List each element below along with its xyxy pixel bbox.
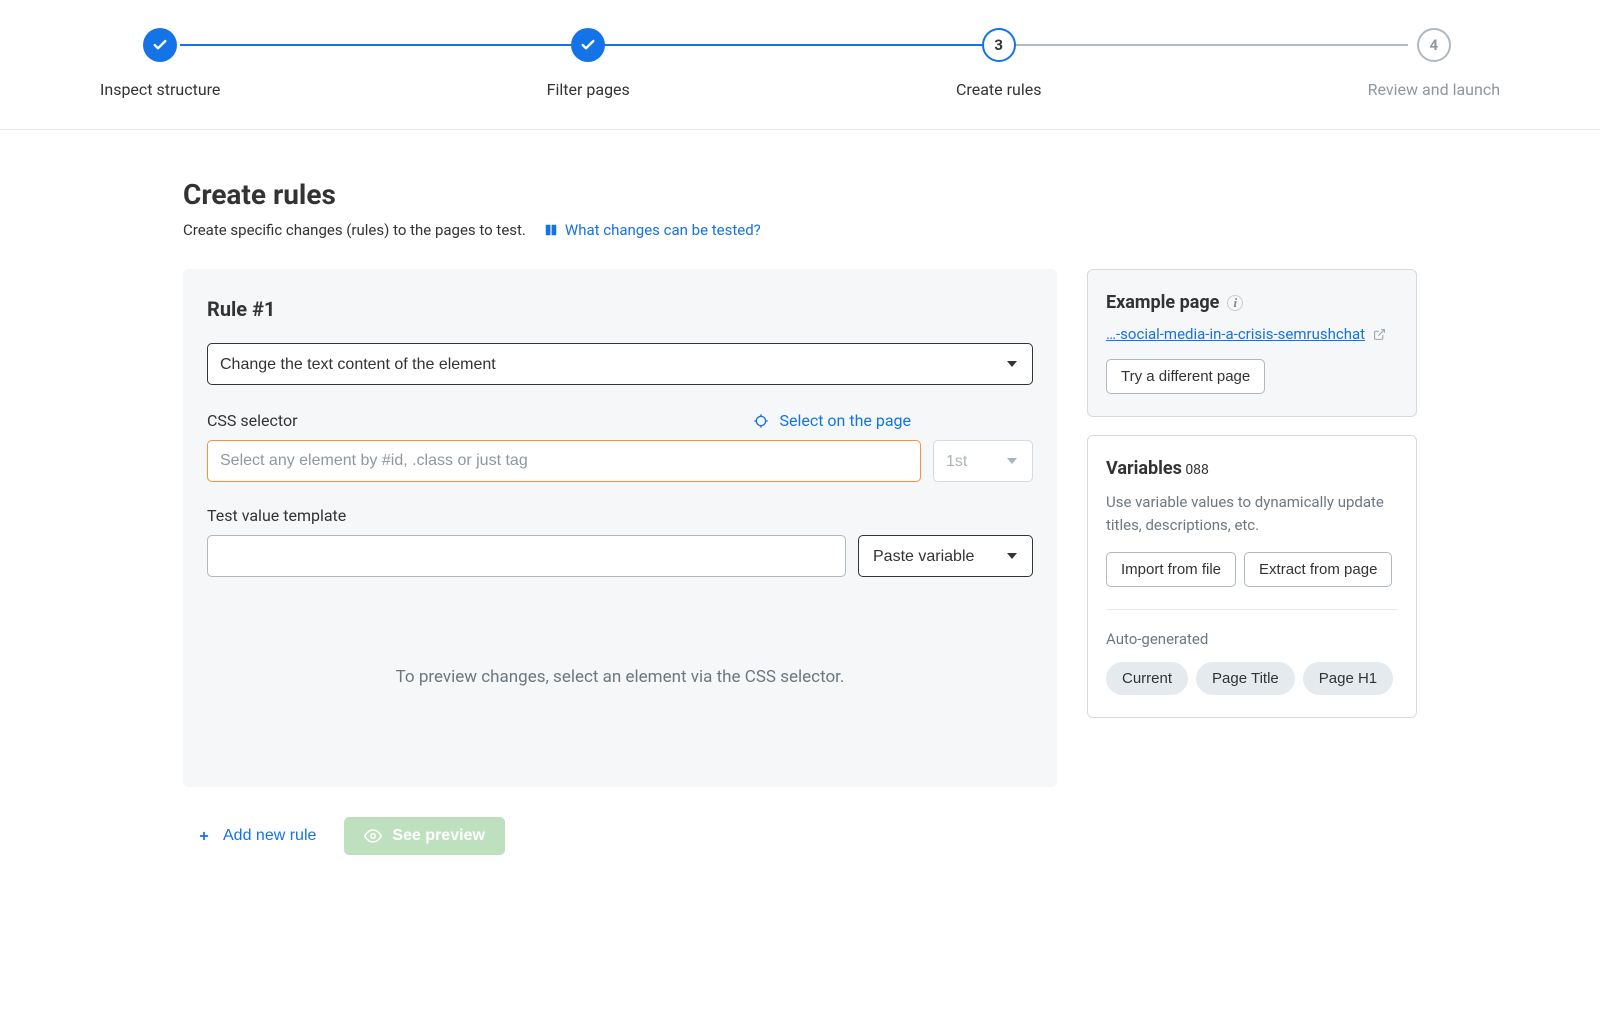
preview-hint: To preview changes, select an element vi…: [207, 577, 1033, 747]
step-circle-future: 4: [1417, 28, 1451, 62]
nth-select[interactable]: 1st: [933, 440, 1033, 482]
page-subtitle: Create specific changes (rules) to the p…: [183, 221, 526, 239]
info-icon[interactable]: i: [1227, 295, 1243, 311]
book-icon: [544, 223, 558, 237]
page-title: Create rules: [183, 178, 1417, 211]
variable-pill-page-h1[interactable]: Page H1: [1303, 662, 1393, 695]
variables-buttons: Import from file Extract from page: [1106, 552, 1398, 587]
action-select[interactable]: Change the text content of the element: [207, 343, 1033, 385]
bottom-actions: Add new rule See preview: [183, 817, 1057, 855]
select-on-page-link[interactable]: Select on the page: [753, 411, 1033, 430]
add-rule-label: Add new rule: [223, 827, 316, 845]
step-review-launch: 4 Review and launch: [1368, 28, 1500, 99]
try-different-page-button[interactable]: Try a different page: [1106, 359, 1265, 394]
extract-from-page-button[interactable]: Extract from page: [1244, 552, 1392, 587]
step-filter-pages[interactable]: Filter pages: [547, 28, 630, 99]
paste-variable-select[interactable]: Paste variable: [858, 535, 1033, 577]
see-preview-label: See preview: [392, 827, 485, 845]
step-label: Filter pages: [547, 80, 630, 99]
step-circle-done: [143, 28, 177, 62]
example-page-panel: Example page i …-social-media-in-a-crisi…: [1087, 269, 1417, 417]
add-rule-button[interactable]: Add new rule: [197, 827, 316, 845]
check-icon: [152, 37, 168, 53]
rule-title: Rule #1: [207, 297, 1033, 321]
step-circle-done: [571, 28, 605, 62]
help-link[interactable]: What changes can be tested?: [544, 221, 761, 239]
variables-title: Variables: [1106, 458, 1182, 479]
variable-pill-current[interactable]: Current: [1106, 662, 1188, 695]
help-link-text: What changes can be tested?: [565, 221, 761, 239]
paste-variable-wrap: Paste variable: [858, 535, 1033, 577]
eye-icon: [364, 827, 382, 845]
page-container: Create rules Create specific changes (ru…: [123, 130, 1477, 895]
step-label: Inspect structure: [100, 80, 220, 99]
step-connector: [1001, 44, 1407, 46]
step-connector: [180, 44, 586, 46]
example-page-url-text: …-social-media-in-a-crisis-semrushchat: [1106, 325, 1365, 343]
css-field-row: CSS selector Select on the page: [207, 411, 1033, 430]
step-label: Review and launch: [1368, 80, 1500, 99]
page-subtitle-row: Create specific changes (rules) to the p…: [183, 221, 1417, 239]
columns: Rule #1 Change the text content of the e…: [183, 269, 1417, 855]
plus-icon: [197, 829, 211, 843]
css-selector-input[interactable]: [207, 440, 921, 482]
example-page-url-link[interactable]: …-social-media-in-a-crisis-semrushchat: [1106, 325, 1398, 343]
import-from-file-button[interactable]: Import from file: [1106, 552, 1236, 587]
example-page-title-row: Example page i: [1106, 292, 1243, 313]
see-preview-button[interactable]: See preview: [344, 817, 505, 855]
external-link-icon: [1373, 328, 1386, 341]
stepper: Inspect structure Filter pages 3 Create …: [0, 0, 1600, 130]
css-input-row: 1st: [207, 440, 1033, 482]
variable-pills: Current Page Title Page H1: [1106, 662, 1398, 695]
rule-card: Rule #1 Change the text content of the e…: [183, 269, 1057, 787]
left-column: Rule #1 Change the text content of the e…: [183, 269, 1057, 855]
auto-generated-label: Auto-generated: [1106, 630, 1398, 648]
variables-desc: Use variable values to dynamically updat…: [1106, 491, 1398, 536]
variables-panel: Variables 088 Use variable values to dyn…: [1087, 435, 1417, 718]
example-page-title: Example page: [1106, 292, 1219, 313]
action-select-wrap: Change the text content of the element: [207, 343, 1033, 385]
template-input[interactable]: [207, 535, 846, 577]
step-inspect-structure[interactable]: Inspect structure: [100, 28, 220, 99]
select-on-page-text: Select on the page: [779, 411, 911, 430]
step-create-rules[interactable]: 3 Create rules: [956, 28, 1041, 99]
step-connector: [590, 44, 996, 46]
divider: [1106, 609, 1398, 610]
nth-select-wrap: 1st: [933, 440, 1033, 482]
template-label: Test value template: [207, 506, 1033, 525]
right-column: Example page i …-social-media-in-a-crisi…: [1087, 269, 1417, 736]
css-label: CSS selector: [207, 411, 298, 430]
template-row: Paste variable: [207, 535, 1033, 577]
check-icon: [580, 37, 596, 53]
step-label: Create rules: [956, 80, 1041, 99]
variable-pill-page-title[interactable]: Page Title: [1196, 662, 1295, 695]
target-icon: [753, 413, 769, 429]
step-circle-current: 3: [982, 28, 1016, 62]
